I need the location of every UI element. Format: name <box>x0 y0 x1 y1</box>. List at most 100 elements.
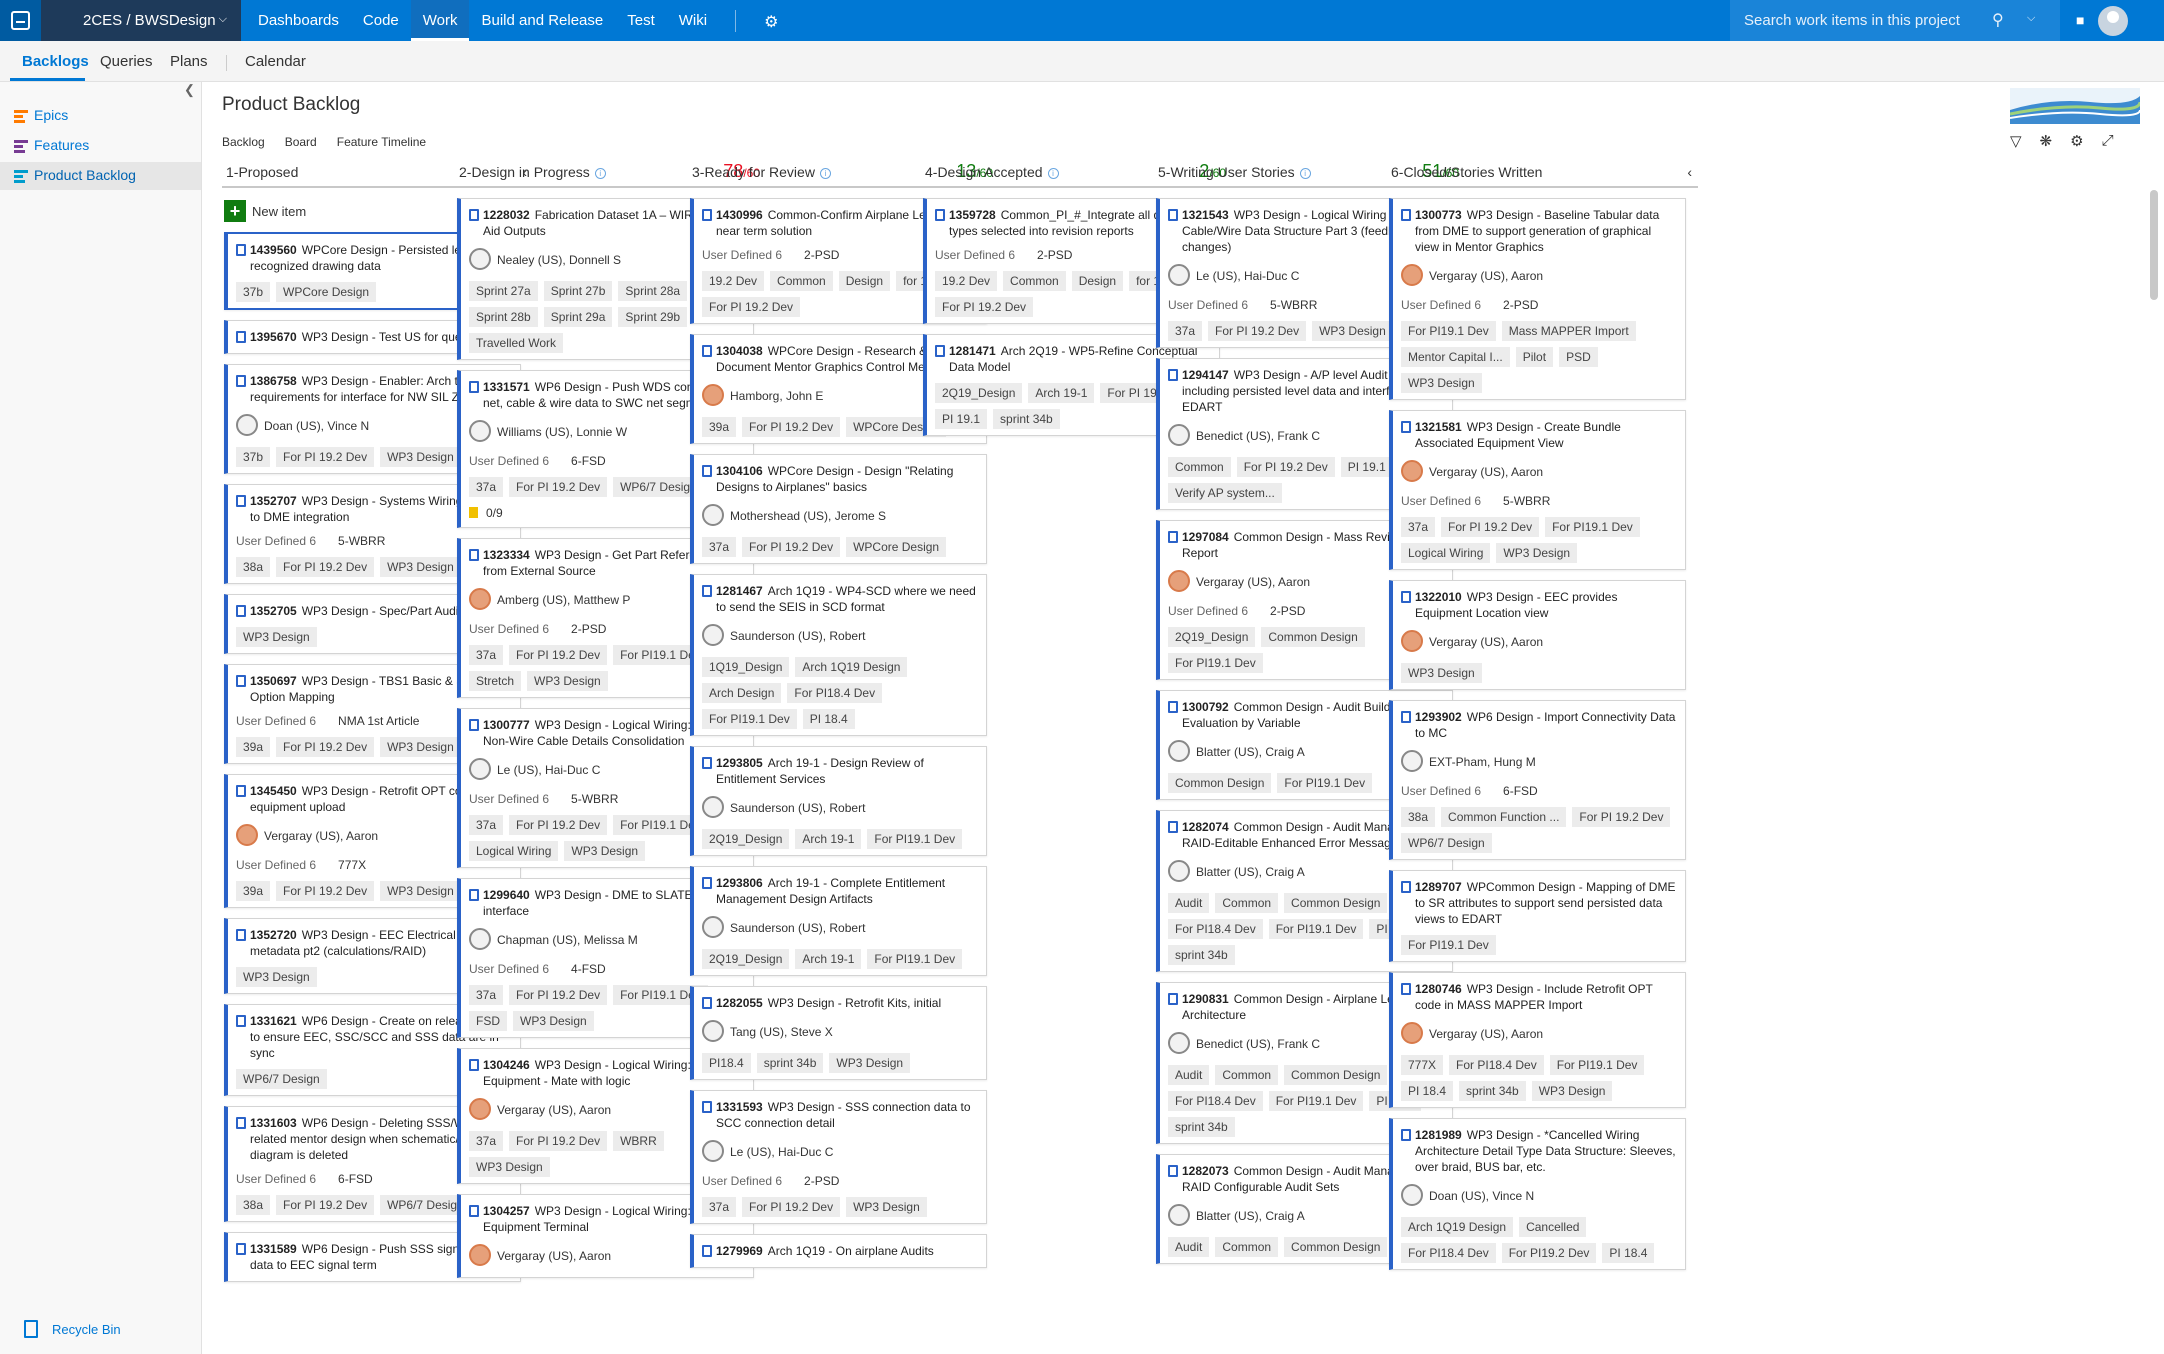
field-value[interactable]: 4-FSD <box>571 962 606 976</box>
tag[interactable]: For PI 19.2 Dev <box>509 645 608 665</box>
tag[interactable]: 2Q19_Design <box>702 949 790 969</box>
tag[interactable]: For PI 19.2 Dev <box>276 447 375 467</box>
tag[interactable]: WP3 Design <box>513 1011 594 1031</box>
tag[interactable]: Audit <box>1168 893 1210 913</box>
tag[interactable]: Design <box>1071 271 1124 291</box>
chevron-down-icon[interactable]: ⌵ <box>2027 12 2035 25</box>
work-item-id[interactable]: 1331621 <box>250 1014 297 1028</box>
tag[interactable]: Mass MAPPER Import <box>1501 321 1636 341</box>
field-value[interactable]: 5-WBRR <box>338 534 385 548</box>
tag[interactable]: For PI19.2 Dev <box>1501 1243 1597 1263</box>
search-icon[interactable]: ⚲ <box>1992 10 2004 30</box>
tag[interactable]: WP6/7 Design <box>1401 833 1492 853</box>
work-item-id[interactable]: 1322010 <box>1415 590 1462 604</box>
tag[interactable]: Arch 19-1 <box>1028 383 1095 403</box>
tag[interactable]: For PI 19.2 Dev <box>1441 517 1540 537</box>
tag[interactable]: Common Function ... <box>1441 807 1567 827</box>
work-item-id[interactable]: 1395670 <box>250 330 297 344</box>
sidebar-item-product-backlog[interactable]: Product Backlog <box>0 162 201 190</box>
work-item-id[interactable]: 1345450 <box>250 784 297 798</box>
tag[interactable]: 19.2 Dev <box>702 271 765 291</box>
tag[interactable]: Sprint 29b <box>618 307 688 327</box>
tag[interactable]: WP3 Design <box>564 841 646 861</box>
tag[interactable]: sprint 34b <box>1168 945 1235 965</box>
tag[interactable]: 38a <box>1401 807 1436 827</box>
work-item-id[interactable]: 1282055 <box>716 996 763 1010</box>
tag[interactable]: Mentor Capital I... <box>1401 347 1510 367</box>
work-item-id[interactable]: 1300773 <box>1415 208 1462 222</box>
tag[interactable]: PI 18.4 <box>802 709 855 729</box>
tag[interactable]: 1Q19_Design <box>702 657 790 677</box>
recycle-bin-link[interactable]: Recycle Bin <box>24 1320 121 1338</box>
nav-test[interactable]: Test <box>615 0 667 41</box>
tag[interactable]: WP3 Design <box>1496 543 1578 563</box>
tag[interactable]: For PI19.1 Dev <box>1268 919 1364 939</box>
work-item-id[interactable]: 1304106 <box>716 464 763 478</box>
tag[interactable]: Audit <box>1168 1237 1210 1257</box>
tag[interactable]: For PI 19.2 Dev <box>276 737 375 757</box>
tag[interactable]: Common <box>1215 893 1279 913</box>
work-item-id[interactable]: 1304246 <box>483 1058 530 1072</box>
nav-code[interactable]: Code <box>351 0 411 41</box>
filter-icon[interactable]: ▽ <box>2010 132 2022 150</box>
nav-build-and-release[interactable]: Build and Release <box>469 0 615 41</box>
tag[interactable]: For PI 19.2 Dev <box>509 815 608 835</box>
tag[interactable]: Cancelled <box>1519 1217 1587 1237</box>
tag[interactable]: Design <box>838 271 891 291</box>
nav-work[interactable]: Work <box>410 0 470 41</box>
work-item-id[interactable]: 1300777 <box>483 718 530 732</box>
user-avatar[interactable] <box>2098 6 2128 36</box>
tag[interactable]: WP3 Design <box>1401 373 1482 393</box>
tag[interactable]: 37a <box>469 985 504 1005</box>
collapse-sidebar-icon[interactable]: ❮ <box>184 82 195 98</box>
tag[interactable]: For PI19.1 Dev <box>1401 321 1496 341</box>
tag[interactable]: WP3 Design <box>380 447 461 467</box>
tag[interactable]: For PI 19.2 Dev <box>1208 321 1307 341</box>
project-selector[interactable]: 2CES / BWSDesign ⌵ <box>41 0 241 41</box>
work-item-id[interactable]: 1281471 <box>949 344 996 358</box>
tag[interactable]: Logical Wiring <box>469 841 559 861</box>
tag[interactable]: Sprint 28a <box>618 281 688 301</box>
tag[interactable]: 38a <box>236 1195 271 1215</box>
tag[interactable]: WP3 Design <box>236 627 317 647</box>
tab-backlog[interactable]: Backlog <box>222 135 265 149</box>
tag[interactable]: WBRR <box>613 1131 664 1151</box>
work-item-id[interactable]: 1293806 <box>716 876 763 890</box>
tag[interactable]: 777X <box>1401 1055 1444 1075</box>
assigned-to[interactable]: Vergaray (US), Aaron <box>1401 263 1677 289</box>
work-item-id[interactable]: 1280746 <box>1415 982 1462 996</box>
tag[interactable]: Common <box>1215 1237 1279 1257</box>
tag[interactable]: Pilot <box>1515 347 1554 367</box>
tag[interactable]: Sprint 29a <box>543 307 613 327</box>
assigned-to[interactable]: Vergaray (US), Aaron <box>1401 459 1677 485</box>
tag[interactable]: sprint 34b <box>1459 1081 1526 1101</box>
tag[interactable]: For PI 19.2 Dev <box>509 985 608 1005</box>
tag[interactable]: sprint 34b <box>1168 1117 1235 1137</box>
tag[interactable]: Arch 1Q19 Design <box>795 657 908 677</box>
assigned-to[interactable]: Vergaray (US), Aaron <box>1401 629 1677 655</box>
work-item-id[interactable]: 1331571 <box>483 380 530 394</box>
collapse-column-icon[interactable]: ‹ <box>1687 164 1692 180</box>
work-item-id[interactable]: 1331603 <box>250 1116 297 1130</box>
tag[interactable]: FSD <box>469 1011 507 1031</box>
tag[interactable]: 37a <box>702 537 737 557</box>
work-item-id[interactable]: 1323334 <box>483 548 530 562</box>
tag[interactable]: Common <box>1003 271 1066 291</box>
tag[interactable]: Common Design <box>1168 773 1272 793</box>
tab-plans[interactable]: Plans <box>170 53 208 70</box>
field-value[interactable]: 2-PSD <box>804 1174 839 1188</box>
tag[interactable]: PI18.4 <box>702 1053 751 1073</box>
work-item-id[interactable]: 1299640 <box>483 888 530 902</box>
work-item-id[interactable]: 1352707 <box>250 494 297 508</box>
tag[interactable]: WP3 Design <box>380 881 461 901</box>
tag[interactable]: WP3 Design <box>846 1197 927 1217</box>
tag[interactable]: PI 19.1 <box>1340 457 1393 477</box>
tag[interactable]: For PI18.4 Dev <box>1401 1243 1496 1263</box>
tag[interactable]: 37a <box>1401 517 1436 537</box>
tag[interactable]: Travelled Work <box>469 333 564 353</box>
tag[interactable]: 39a <box>236 881 271 901</box>
work-item-id[interactable]: 1297084 <box>1182 530 1229 544</box>
tag[interactable]: WP3 Design <box>829 1053 911 1073</box>
tag[interactable]: PI 18.4 <box>1602 1243 1655 1263</box>
tab-board[interactable]: Board <box>285 135 317 149</box>
